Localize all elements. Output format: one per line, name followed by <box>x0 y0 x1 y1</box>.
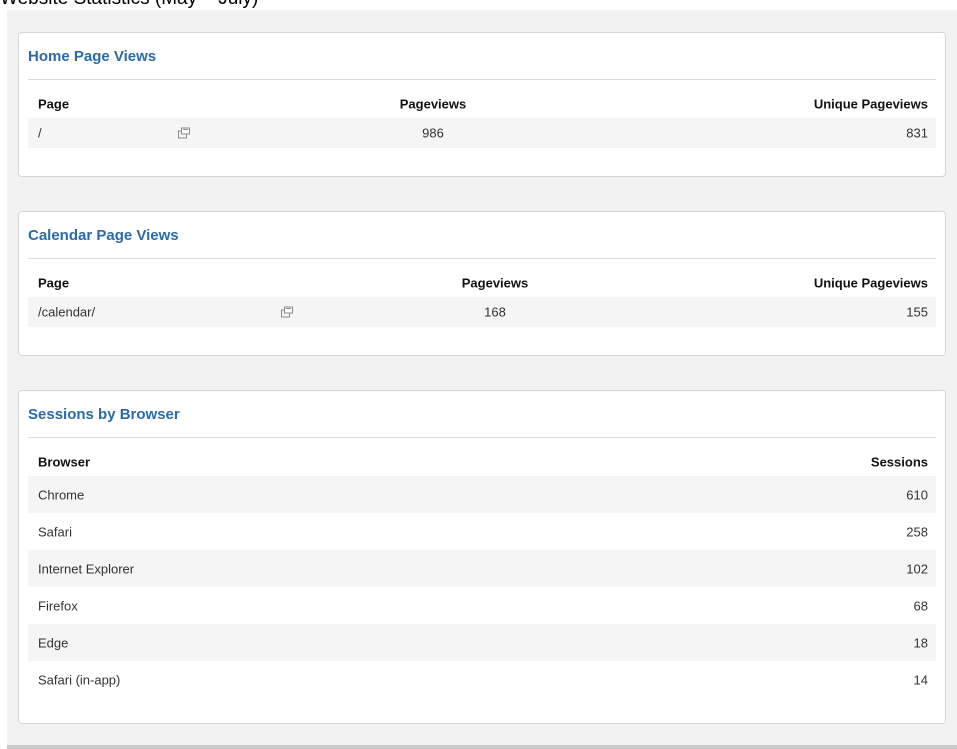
sessions-by-browser-panel: Sessions by Browser Browser Sessions Chr… <box>18 390 946 724</box>
column-header-unique-pageviews: Unique Pageviews <box>813 275 928 290</box>
page-path-link[interactable]: /calendar/ <box>38 305 95 320</box>
sessions-value: 610 <box>906 487 928 502</box>
panel-title: Home Page Views <box>28 48 157 65</box>
table-row: / 986 831 <box>28 118 936 148</box>
table-row: Firefox 68 <box>28 587 936 624</box>
browser-name: Safari (in-app) <box>38 672 121 687</box>
table-row: Safari 258 <box>28 513 936 550</box>
column-header-browser: Browser <box>38 454 91 469</box>
table-header-row: Page Pageviews Unique Pageviews <box>28 268 936 297</box>
table-row: Edge 18 <box>28 624 936 661</box>
column-header-pageviews: Pageviews <box>461 275 529 290</box>
table-row: Safari (in-app) 14 <box>28 661 936 698</box>
open-external-icon[interactable] <box>178 127 190 139</box>
column-header-page: Page <box>38 96 70 111</box>
sessions-value: 102 <box>906 561 928 576</box>
open-external-icon[interactable] <box>281 306 293 318</box>
sessions-value: 14 <box>913 672 928 687</box>
sessions-by-browser-table: Browser Sessions Chrome 610 Safari 258 I… <box>28 447 936 698</box>
table-header-row: Page Pageviews Unique Pageviews <box>28 89 936 118</box>
browser-name: Chrome <box>38 487 85 502</box>
column-header-sessions: Sessions <box>870 454 928 469</box>
browser-name: Edge <box>38 635 69 650</box>
column-header-unique-pageviews: Unique Pageviews <box>813 96 928 111</box>
report-canvas: Home Page Views Page Pageviews Unique Pa… <box>7 10 957 749</box>
table-row: Internet Explorer 102 <box>28 550 936 587</box>
page-path-link[interactable]: / <box>38 126 42 141</box>
home-page-views-table: Page Pageviews Unique Pageviews / 986 83… <box>28 89 936 148</box>
divider <box>28 79 936 80</box>
page-heading: Website Statistics (May – July) <box>0 0 258 10</box>
table-header-row: Browser Sessions <box>28 447 936 476</box>
browser-name: Firefox <box>38 598 78 613</box>
sessions-value: 68 <box>913 598 928 613</box>
calendar-page-views-panel: Calendar Page Views Page Pageviews Uniqu… <box>18 211 946 356</box>
divider <box>28 437 936 438</box>
table-row: Chrome 610 <box>28 476 936 513</box>
panel-title: Calendar Page Views <box>28 227 179 244</box>
sessions-value: 258 <box>906 524 928 539</box>
column-header-page: Page <box>38 275 70 290</box>
panel-title: Sessions by Browser <box>28 406 180 423</box>
browser-name: Safari <box>38 524 72 539</box>
unique-pageviews-value: 831 <box>906 125 928 141</box>
pageviews-value: 168 <box>484 304 506 320</box>
calendar-page-views-table: Page Pageviews Unique Pageviews /calenda… <box>28 268 936 327</box>
unique-pageviews-value: 155 <box>906 304 928 320</box>
browser-name: Internet Explorer <box>38 561 135 576</box>
sessions-value: 18 <box>913 635 928 650</box>
home-page-views-panel: Home Page Views Page Pageviews Unique Pa… <box>18 32 946 177</box>
column-header-pageviews: Pageviews <box>399 96 467 111</box>
table-row: /calendar/ 168 155 <box>28 297 936 327</box>
horizontal-scrollbar[interactable] <box>7 745 957 749</box>
pageviews-value: 986 <box>422 125 444 141</box>
divider <box>28 258 936 259</box>
